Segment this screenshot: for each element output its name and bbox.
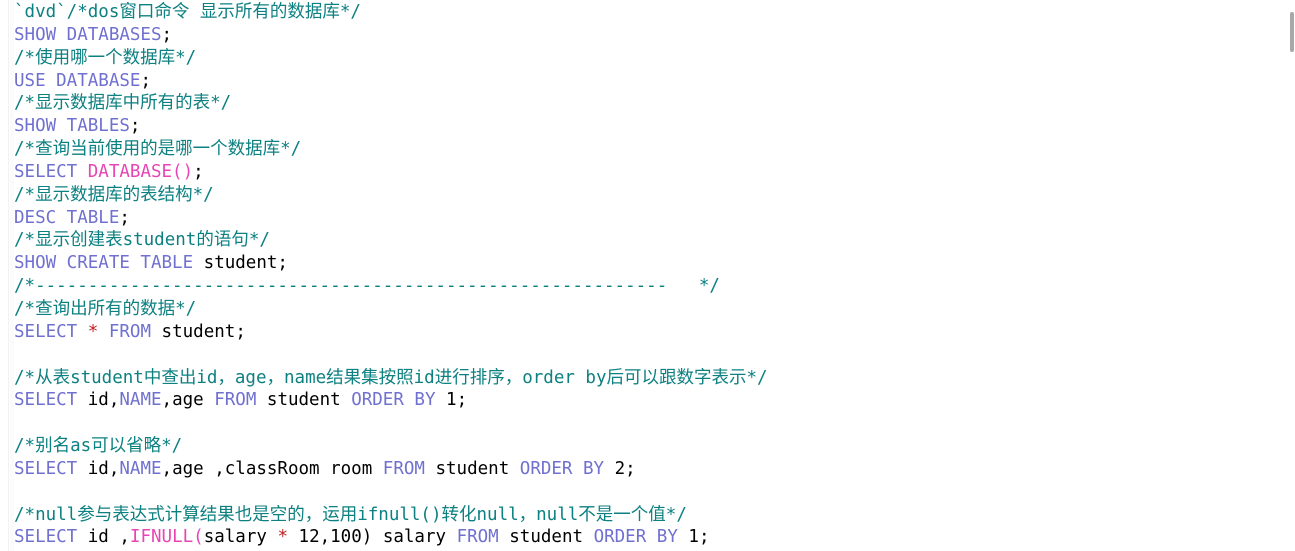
code-token-keyword: FROM (382, 458, 436, 479)
code-token-keyword: SHOW TABLES (14, 116, 130, 137)
vertical-scrollbar-thumb[interactable] (1290, 12, 1294, 52)
code-line[interactable]: SELECT id,NAME,age ,classRoom room FROM … (14, 458, 1287, 481)
code-token-ident: student (435, 458, 520, 479)
code-token-ident: id , (87, 527, 130, 548)
code-token-keyword: FROM (456, 527, 510, 548)
code-line[interactable] (14, 481, 1287, 504)
code-line[interactable]: SELECT DATABASE(); (14, 161, 1287, 184)
code-line[interactable]: SHOW DATABASES; (14, 24, 1287, 47)
code-token-comment: /*显示创建表student的语句*/ (14, 230, 270, 251)
code-token-number: 1 (446, 390, 457, 411)
code-token-star: * (277, 527, 288, 548)
code-line[interactable]: /*--------------------------------------… (14, 275, 1287, 298)
code-token-ident: student (509, 527, 594, 548)
code-token-keyword: SELECT (14, 458, 88, 479)
code-token-punct: ; (140, 70, 151, 91)
code-token-comment: `dvd`/*dos窗口命令 显示所有的数据库*/ (14, 2, 361, 22)
code-text-area[interactable]: `dvd`/*dos窗口命令 显示所有的数据库*/SHOW DATABASES;… (14, 0, 1287, 549)
code-token-punct: ; (193, 161, 204, 182)
vertical-scrollbar-track[interactable] (1289, 0, 1295, 551)
code-line[interactable] (14, 412, 1287, 435)
code-token-keyword: ORDER BY (593, 527, 689, 548)
code-token-keyword: FROM (214, 390, 267, 411)
code-token-keyword: SHOW CREATE TABLE (14, 253, 204, 274)
code-token-punct: ; (161, 24, 173, 45)
code-line[interactable]: SELECT id,NAME,age FROM student ORDER BY… (14, 389, 1287, 412)
code-line[interactable]: DESC TABLE; (14, 207, 1287, 230)
code-token-keyword: NAME (119, 458, 162, 479)
code-line[interactable]: /*从表student中查出id，age，name结果集按照id进行排序，ord… (14, 367, 1287, 390)
code-line[interactable]: `dvd`/*dos窗口命令 显示所有的数据库*/ (14, 1, 1287, 24)
code-token-comment: /*显示数据库中所有的表*/ (14, 93, 232, 114)
code-line[interactable]: /*使用哪一个数据库*/ (14, 47, 1287, 70)
code-token-keyword: ORDER BY (519, 458, 615, 479)
code-token-comment: /*别名as可以省略*/ (14, 436, 183, 457)
code-token-keyword: DESC TABLE (14, 207, 120, 228)
code-line[interactable]: /*显示数据库的表结构*/ (14, 184, 1287, 207)
code-token-ident: student (203, 253, 278, 274)
code-token-number: 1 (688, 527, 699, 548)
code-token-keyword: NAME (119, 390, 162, 411)
code-token-ident (98, 322, 109, 342)
code-line[interactable]: SELECT * FROM student; (14, 321, 1287, 344)
code-token-punct: ; (129, 116, 141, 137)
code-token-ident: id, (87, 458, 120, 479)
code-token-star: * (87, 321, 99, 342)
code-token-keyword: SHOW DATABASES (14, 24, 162, 45)
code-line[interactable]: /*查询出所有的数据*/ (14, 298, 1287, 321)
code-token-keyword: FROM (108, 321, 162, 342)
code-token-ident: student (161, 321, 236, 342)
code-token-ident: student (266, 390, 352, 411)
code-line[interactable]: /*显示创建表student的语句*/ (14, 229, 1287, 252)
code-line[interactable]: SHOW CREATE TABLE student; (14, 252, 1287, 275)
code-token-punct: ; (456, 390, 468, 411)
code-token-number: 2 (614, 458, 626, 479)
code-line[interactable]: SHOW TABLES; (14, 115, 1287, 138)
code-token-keyword: ORDER BY (351, 390, 447, 411)
code-token-comment: /*--------------------------------------… (14, 276, 720, 297)
code-token-punct: ; (698, 527, 710, 548)
code-token-ident: salary (203, 527, 278, 548)
code-token-comment: /*从表student中查出id，age，name结果集按照id进行排序，ord… (14, 367, 768, 388)
code-token-function: DATABASE() (87, 161, 194, 182)
code-token-comment: /*查询当前使用的是哪一个数据库*/ (14, 139, 302, 160)
sql-editor-window: `dvd`/*dos窗口命令 显示所有的数据库*/SHOW DATABASES;… (0, 0, 1295, 551)
code-token-function: IFNULL( (129, 527, 204, 548)
code-token-keyword: USE DATABASE (14, 70, 141, 91)
code-token-punct: ; (277, 253, 288, 274)
code-token-ident: 12,100) salary (288, 527, 457, 548)
editor-gutter (0, 0, 9, 551)
code-line[interactable]: /*null参与表达式计算结果也是空的，运用ifnull()转化null，nul… (14, 504, 1287, 527)
code-token-keyword: SELECT (14, 161, 88, 182)
code-line[interactable]: USE DATABASE; (14, 70, 1287, 93)
code-line[interactable]: /*查询当前使用的是哪一个数据库*/ (14, 138, 1287, 161)
code-token-ident: ,age (161, 390, 215, 411)
code-line[interactable]: /*别名as可以省略*/ (14, 435, 1287, 458)
code-token-punct: ; (625, 458, 636, 479)
code-token-comment: /*使用哪一个数据库*/ (14, 47, 197, 68)
code-token-punct: ; (235, 321, 246, 342)
code-token-keyword: SELECT (14, 527, 88, 548)
code-token-ident: ,age ,classRoom room (161, 458, 383, 479)
code-token-keyword: SELECT (14, 321, 88, 342)
code-line[interactable]: SELECT id ,IFNULL(salary * 12,100) salar… (14, 526, 1287, 549)
code-token-keyword: SELECT (14, 390, 88, 411)
code-token-punct: ; (119, 207, 130, 228)
code-token-comment: /*查询出所有的数据*/ (14, 298, 197, 319)
code-token-ident: id, (87, 390, 120, 411)
code-line[interactable] (14, 344, 1287, 367)
code-token-comment: /*null参与表达式计算结果也是空的，运用ifnull()转化null，nul… (14, 504, 687, 525)
code-token-comment: /*显示数据库的表结构*/ (14, 184, 214, 205)
code-line[interactable]: /*显示数据库中所有的表*/ (14, 92, 1287, 115)
